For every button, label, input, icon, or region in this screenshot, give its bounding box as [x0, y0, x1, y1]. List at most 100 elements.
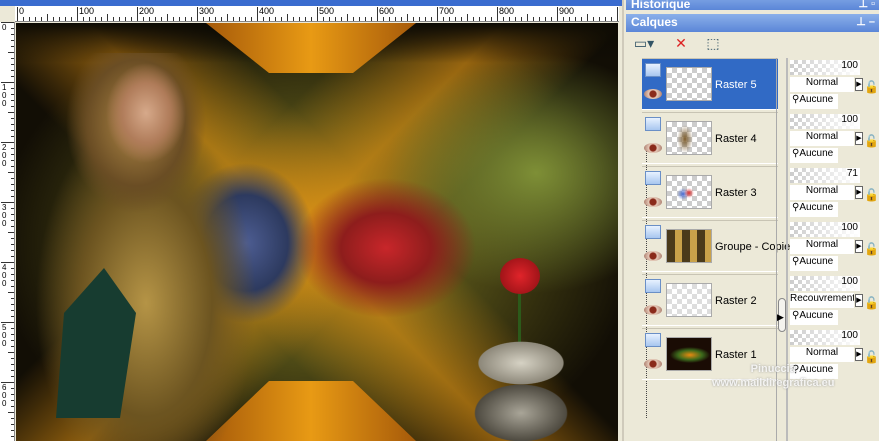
history-panel-header[interactable]: Historique ⊥ ▫: [626, 0, 879, 11]
stacked-stones: [456, 333, 586, 441]
ruler-tick: [11, 436, 14, 437]
visibility-eye-icon[interactable]: [644, 359, 662, 369]
layer-type-icon[interactable]: [645, 171, 661, 185]
ruler-tick: [8, 352, 14, 353]
expand-arrow-icon[interactable]: ▶: [777, 312, 784, 323]
layer-row[interactable]: Raster 2: [642, 274, 778, 326]
blend-mode-select[interactable]: Normal: [790, 239, 854, 254]
layer-name[interactable]: Raster 3: [715, 187, 757, 199]
blend-mode-select[interactable]: Normal: [790, 185, 854, 200]
blend-arrow-icon[interactable]: ▶: [855, 294, 863, 307]
layer-name[interactable]: Raster 1: [715, 349, 757, 361]
layer-name[interactable]: Raster 2: [715, 295, 757, 307]
ruler-tick: [503, 17, 504, 21]
lock-icon[interactable]: 🔓: [864, 80, 879, 94]
pin-minimize-icon[interactable]: ⊥ –: [856, 15, 875, 28]
layer-row[interactable]: Raster 3: [642, 166, 778, 218]
layer-type-icon[interactable]: [645, 63, 661, 77]
layer-name[interactable]: Raster 4: [715, 133, 757, 145]
ruler-tick: [521, 17, 522, 21]
layer-type-icon[interactable]: [645, 225, 661, 239]
opacity-slider[interactable]: 71: [790, 168, 860, 183]
blend-mode-select[interactable]: Normal: [790, 347, 854, 362]
ruler-tick: [329, 17, 330, 21]
mask-value: Aucune: [799, 148, 834, 159]
visibility-eye-icon[interactable]: [644, 251, 662, 261]
layer-type-icon[interactable]: [645, 333, 661, 347]
ruler-tick: [11, 334, 14, 335]
blend-arrow-icon[interactable]: ▶: [855, 186, 863, 199]
blend-arrow-icon[interactable]: ▶: [855, 78, 863, 91]
blend-mode-select[interactable]: Normal: [790, 77, 854, 92]
ruler-tick: [11, 244, 14, 245]
ruler-tick: [473, 17, 474, 21]
blend-arrow-icon[interactable]: ▶: [855, 240, 863, 253]
layer-thumbnail: [666, 175, 712, 209]
blend-mode-select[interactable]: Normal: [790, 131, 854, 146]
ruler-tick: [11, 424, 14, 425]
pin-icon[interactable]: ⊥ ▫: [858, 0, 875, 10]
ruler-tick: [65, 17, 66, 21]
lock-icon[interactable]: 🔓: [864, 350, 879, 364]
mask-field[interactable]: ⚲Aucune: [790, 310, 838, 325]
ruler-tick: [8, 112, 14, 113]
opacity-value: 100: [841, 60, 858, 71]
ruler-tick: [11, 256, 14, 257]
lock-icon[interactable]: 🔓: [864, 296, 879, 310]
layer-properties: 100 Normal ▶ ⚲Aucune 🔓: [788, 220, 879, 274]
opacity-value: 100: [841, 222, 858, 233]
opacity-slider[interactable]: 100: [790, 276, 860, 291]
ruler-tick: [449, 17, 450, 21]
ruler-tick: [311, 17, 312, 21]
delete-layer-icon[interactable]: ✕: [670, 35, 692, 53]
blend-arrow-icon[interactable]: ▶: [855, 132, 863, 145]
blend-arrow-icon[interactable]: ▶: [855, 348, 863, 361]
ruler-label: 400: [259, 6, 275, 16]
ruler-tick: [11, 238, 14, 239]
opacity-slider[interactable]: 100: [790, 114, 860, 129]
lock-icon[interactable]: 🔓: [864, 242, 879, 256]
visibility-eye-icon[interactable]: [644, 89, 662, 99]
blend-mode-select[interactable]: Recouvrement: [790, 293, 854, 308]
ruler-label: 100: [79, 6, 95, 16]
layer-type-icon[interactable]: [645, 117, 661, 131]
mask-field[interactable]: ⚲Aucune: [790, 94, 838, 109]
visibility-eye-icon[interactable]: [644, 143, 662, 153]
mask-value: Aucune: [799, 256, 834, 267]
layer-row[interactable]: Raster 5: [642, 58, 778, 110]
layers-panel-header[interactable]: Calques ⊥ –: [626, 14, 879, 32]
ruler-tick: [11, 130, 14, 131]
workspace: 0 100 200 300 400 500 600 700 800 900 0 100 200 300 4…: [0, 0, 622, 441]
horizontal-ruler: 0 100 200 300 400 500 600 700 800 900: [15, 6, 619, 22]
image-canvas[interactable]: [16, 23, 618, 441]
ruler-tick: [149, 17, 150, 21]
lock-icon[interactable]: 🔓: [864, 188, 879, 202]
lock-icon[interactable]: 🔓: [864, 134, 879, 148]
ruler-tick: [527, 14, 528, 21]
ruler-tick: [8, 232, 14, 233]
watermark-line1: Pinuccia: [750, 363, 796, 375]
layer-row[interactable]: Groupe - Copie: [642, 220, 790, 272]
layer-name[interactable]: Raster 5: [715, 79, 757, 91]
layer-row[interactable]: Raster 4: [642, 112, 778, 164]
mask-field[interactable]: ⚲Aucune: [790, 202, 838, 217]
ruler-tick: [581, 17, 582, 21]
ruler-tick: [431, 17, 432, 21]
opacity-slider[interactable]: 100: [790, 60, 860, 75]
vertical-ruler: 0 100 200 300 400 500 600: [0, 22, 15, 441]
ruler-tick: [215, 17, 216, 21]
mask-field[interactable]: ⚲Aucune: [790, 148, 838, 163]
layer-type-icon[interactable]: [645, 279, 661, 293]
opacity-slider[interactable]: 100: [790, 222, 860, 237]
ruler-tick: [353, 17, 354, 21]
ruler-tick: [11, 430, 14, 431]
new-layer-icon[interactable]: ▭▾: [630, 35, 658, 53]
edit-selection-icon[interactable]: ⬚: [702, 35, 724, 53]
ruler-label: 300: [2, 203, 7, 228]
opacity-slider[interactable]: 100: [790, 330, 860, 345]
visibility-eye-icon[interactable]: [644, 305, 662, 315]
visibility-eye-icon[interactable]: [644, 197, 662, 207]
mask-field[interactable]: ⚲Aucune: [790, 256, 838, 271]
ruler-tick: [11, 118, 14, 119]
ruler-tick: [263, 17, 264, 21]
